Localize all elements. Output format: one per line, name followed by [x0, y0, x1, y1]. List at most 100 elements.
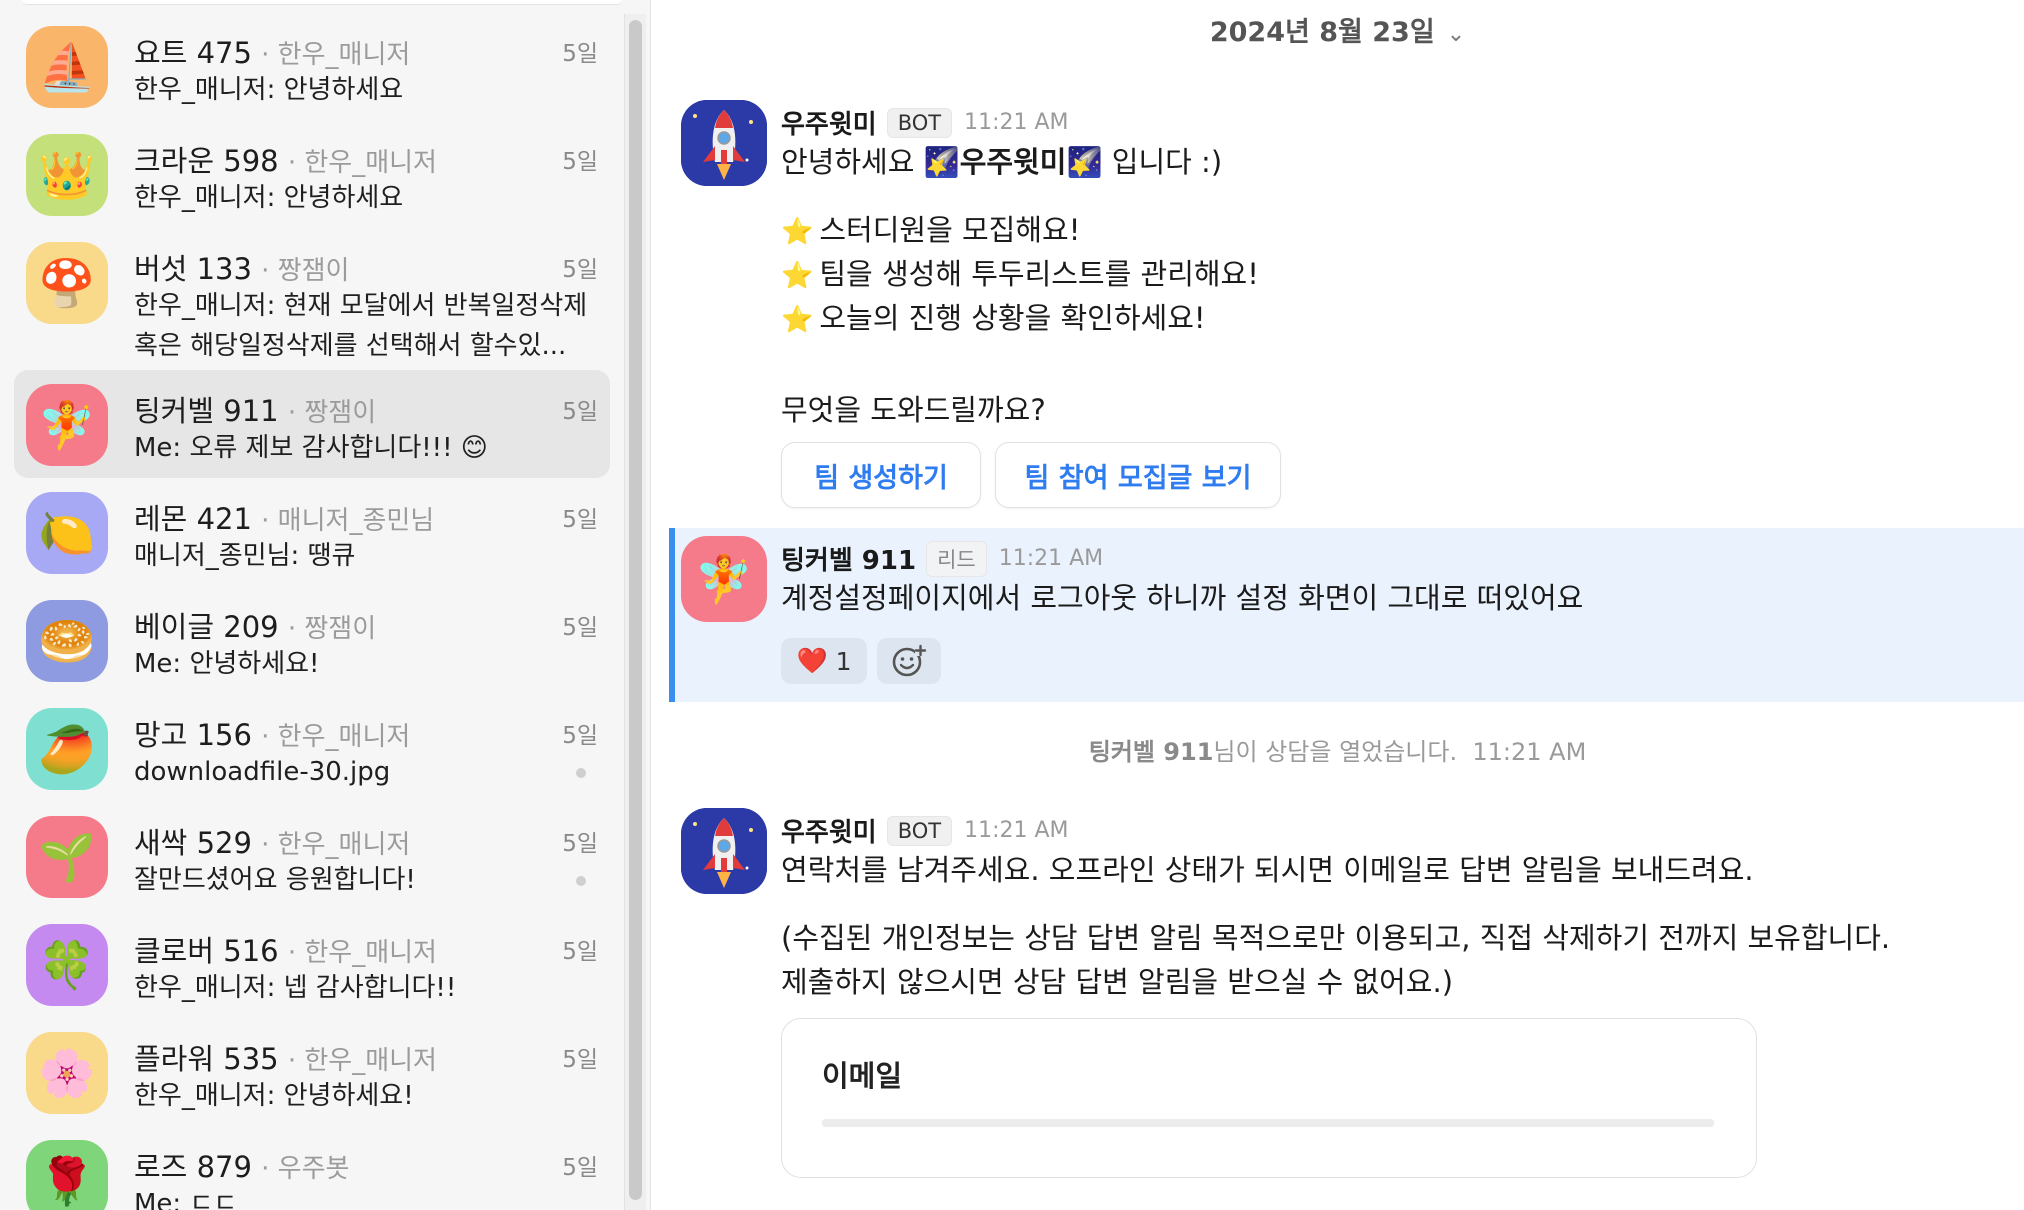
conversation-avatar: 🌱 — [26, 816, 108, 898]
question-text: 무엇을 도와드릴까요? — [781, 393, 1046, 427]
sender-name[interactable]: 우주윗미 — [781, 812, 877, 849]
feature-text: 오늘의 진행 상황을 확인하세요! — [819, 301, 1206, 335]
conversation-title: 크라운 598 · 한우_매니저 — [134, 138, 437, 180]
message-preview: Me: 안녕하세요! — [134, 649, 320, 679]
conversation-avatar: 🧚 — [26, 384, 108, 466]
conversation-item[interactable]: 🧚 팅커벨 911 · 짱잼이 5일 Me: 오류 제보 감사합니다!!! 😊 — [14, 370, 610, 478]
conversation-title: 팅커벨 911 · 짱잼이 — [134, 388, 376, 430]
bot-badge: BOT — [886, 815, 953, 846]
bot-avatar[interactable] — [681, 808, 767, 894]
avatar-emoji-icon: 🌹 — [38, 1154, 96, 1208]
contact-name: 클로버 516 — [134, 934, 279, 968]
conversation-list-panel: ⛵ 요트 475 · 한우_매니저 5일 한우_매니저: 안녕하세요 👑 크라운 598 … — [0, 0, 651, 1210]
heart-icon: ❤️ — [796, 646, 828, 675]
system-text: 님이 상담을 열었습니다. — [1213, 738, 1458, 766]
conversation-item[interactable]: ⛵ 요트 475 · 한우_매니저 5일 한우_매니저: 안녕하세요 — [14, 12, 610, 120]
conversation-date: 5일 — [562, 831, 598, 857]
conversation-item[interactable]: 👑 크라운 598 · 한우_매니저 5일 한우_매니저: 안녕하세요 — [14, 120, 610, 228]
greeting-prefix: 안녕하세요 — [781, 145, 924, 179]
conversation-list: ⛵ 요트 475 · 한우_매니저 5일 한우_매니저: 안녕하세요 👑 크라운 598 … — [14, 12, 610, 1210]
conversation-date: 5일 — [562, 41, 598, 67]
feature-text: 스터디원을 모집해요! — [819, 213, 1081, 247]
assignee-name: · 매니저_종민님 — [261, 506, 435, 536]
conversation-date: 5일 — [562, 507, 598, 533]
scrollbar-track[interactable] — [624, 14, 646, 1210]
avatar-emoji-icon: 👑 — [38, 148, 96, 202]
conversation-title: 클로버 516 · 한우_매니저 — [134, 928, 437, 970]
conversation-item[interactable]: 🍀 클로버 516 · 한우_매니저 5일 한우_매니저: 넵 감사합니다!! — [14, 910, 610, 1018]
conversation-item[interactable]: 🥭 망고 156 · 한우_매니저 5일 downloadfile-30.jpg — [14, 694, 610, 802]
assignee-name: · 한우_매니저 — [261, 830, 411, 860]
user-avatar[interactable]: 🧚 — [681, 536, 767, 622]
shooting-star-icon: 🌠 — [923, 145, 960, 179]
contact-name: 베이글 209 — [134, 610, 279, 644]
bot-badge: BOT — [886, 107, 953, 138]
message-preview: 매니저_종민님: 땡큐 — [134, 541, 356, 571]
bot-avatar[interactable] — [681, 100, 767, 186]
message-text: 연락처를 남겨주세요. 오프라인 상태가 되시면 이메일로 답변 알림을 보내드… — [781, 853, 1754, 887]
email-input[interactable] — [822, 1119, 1714, 1127]
conversation-item[interactable]: 🍋 레몬 421 · 매니저_종민님 5일 매니저_종민님: 땡큐 — [14, 478, 610, 586]
heart-reaction[interactable]: ❤️ 1 — [781, 638, 867, 684]
assignee-name: · 한우_매니저 — [287, 938, 437, 968]
message-preview: 한우_매니저: 안녕하세요 — [134, 75, 404, 105]
avatar-emoji-icon: 🍄 — [38, 256, 96, 310]
conversation-title: 새싹 529 · 한우_매니저 — [134, 820, 410, 862]
add-reaction-button[interactable] — [877, 638, 941, 684]
conversation-date: 5일 — [562, 615, 598, 641]
conversation-avatar: 🌸 — [26, 1032, 108, 1114]
date-label: 2024년 8월 23일 — [1209, 17, 1435, 48]
scrollbar-thumb[interactable] — [629, 20, 642, 1200]
conversation-item[interactable]: 🍄 버섯 133 · 짱잼이 5일한우_매니저: 현재 모달에서 반복일정삭제 혹은… — [14, 228, 610, 370]
lead-badge: 리드 — [926, 540, 987, 577]
privacy-note-line: (수집된 개인정보는 상담 답변 알림 목적으로만 이용되고, 직접 삭제하기 … — [781, 921, 1891, 955]
conversation-item[interactable]: 🌸 플라워 535 · 한우_매니저 5일 한우_매니저: 안녕하세요! — [14, 1018, 610, 1126]
app-root: ⛵ 요트 475 · 한우_매니저 5일 한우_매니저: 안녕하세요 👑 크라운 598 … — [0, 0, 2024, 1210]
message-preview: 한우_매니저: 현재 모달에서 반복일정삭제 혹은 해당일정삭제를 선택해서 할… — [134, 291, 588, 361]
conversation-avatar: 👑 — [26, 134, 108, 216]
fairy-icon: 🧚 — [695, 551, 753, 606]
sender-name[interactable]: 우주윗미 — [781, 104, 877, 141]
rocket-icon — [681, 100, 767, 186]
assignee-name: · 짱잼이 — [261, 256, 350, 286]
view-team-recruit-button[interactable]: 팀 참여 모집글 보기 — [995, 442, 1281, 508]
chevron-down-icon[interactable]: ⌄ — [1447, 22, 1465, 47]
conversation-date: 5일 — [562, 1155, 598, 1181]
avatar-emoji-icon: 🍋 — [38, 506, 96, 560]
contact-name: 버섯 133 — [134, 252, 252, 286]
avatar-emoji-icon: 🧚 — [38, 398, 96, 452]
feature-line: ⭐ 스터디원을 모집해요! — [781, 208, 1080, 254]
conversation-date: 5일 — [562, 257, 598, 283]
date-divider[interactable]: 2024년 8월 23일 ⌄ — [651, 10, 2024, 49]
contact-name: 망고 156 — [134, 718, 252, 752]
message-preview: 잘만드셨어요 응원합니다! — [134, 865, 416, 895]
message-preview: Me: ㄷㄷ — [134, 1189, 238, 1210]
message-preview: 한우_매니저: 안녕하세요! — [134, 1081, 414, 1111]
conversation-item[interactable]: 🌱 새싹 529 · 한우_매니저 5일잘만드셨어요 응원합니다! — [14, 802, 610, 910]
message-time: 11:21 AM — [964, 110, 1069, 135]
system-user-name: 팅커벨 911 — [1088, 738, 1214, 766]
system-time: 11:21 AM — [1472, 738, 1587, 766]
conversation-item[interactable]: 🌹 로즈 879 · 우주봇 5일 Me: ㄷㄷ — [14, 1126, 610, 1210]
list-top-edge — [22, 0, 622, 5]
message-header: 우주윗미 BOT 11:21 AM — [781, 812, 1069, 849]
message-preview: 한우_매니저: 넵 감사합니다!! — [134, 973, 457, 1003]
conversation-date: 5일 — [562, 939, 598, 965]
conversation-title: 망고 156 · 한우_매니저 — [134, 712, 410, 754]
feature-line: ⭐ 오늘의 진행 상황을 확인하세요! — [781, 296, 1206, 342]
conversation-item[interactable]: 🥯 베이글 209 · 짱잼이 5일 Me: 안녕하세요! — [14, 586, 610, 694]
contact-name: 크라운 598 — [134, 144, 279, 178]
create-team-button[interactable]: 팀 생성하기 — [781, 442, 981, 508]
avatar-emoji-icon: 🌱 — [38, 830, 96, 884]
message-header: 우주윗미 BOT 11:21 AM — [781, 104, 1069, 141]
conversation-title: 로즈 879 · 우주봇 — [134, 1144, 349, 1186]
chat-panel: 2024년 8월 23일 ⌄ 우주윗미 BOT 11:21 AM 안녕하세요 🌠… — [651, 0, 2024, 1210]
assignee-name: · 짱잼이 — [287, 614, 377, 644]
star-icon: ⭐ — [781, 261, 814, 291]
system-notice: 팅커벨 911님이 상담을 열었습니다. 11:21 AM — [651, 732, 2024, 767]
sender-name[interactable]: 팅커벨 911 — [781, 540, 916, 577]
conversation-avatar: 🥯 — [26, 600, 108, 682]
conversation-title: 버섯 133 · 짱잼이 — [134, 246, 349, 288]
message-time: 11:21 AM — [964, 818, 1069, 843]
message-preview: Me: 오류 제보 감사합니다!!! 😊 — [134, 433, 488, 463]
